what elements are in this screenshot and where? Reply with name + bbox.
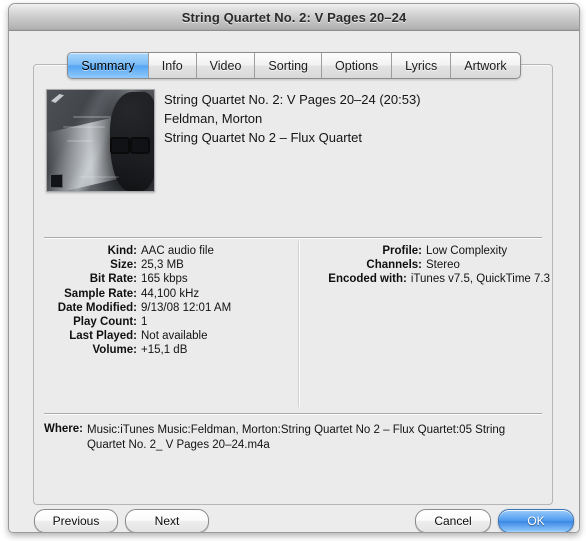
tab-info[interactable]: Info <box>149 53 197 78</box>
track-titles: String Quartet No. 2: V Pages 20–24 (20:… <box>164 89 421 192</box>
track-title: String Quartet No. 2: V Pages 20–24 (20:… <box>164 92 421 107</box>
track-artist: Feldman, Morton <box>164 111 263 126</box>
artwork-text-line <box>73 116 111 118</box>
tab-summary[interactable]: Summary <box>68 53 149 78</box>
detail-value: 25,3 MB <box>141 259 184 272</box>
album-artwork[interactable] <box>46 89 155 192</box>
detail-row: Last Played: Not available <box>34 330 296 344</box>
next-button[interactable]: Next <box>125 509 209 532</box>
file-location-row: Where: Music:iTunes Music:Feldman, Morto… <box>44 423 542 453</box>
detail-label: Encoded with: <box>328 273 407 286</box>
separator-vertical <box>298 241 299 407</box>
detail-value: Stereo <box>426 259 460 272</box>
window-title: String Quartet No. 2: V Pages 20–24 <box>181 9 407 25</box>
detail-label: Channels: <box>366 259 422 272</box>
separator-bottom <box>44 413 542 414</box>
detail-label: Volume: <box>92 344 137 357</box>
detail-value: +15,1 dB <box>141 344 188 357</box>
detail-label: Kind: <box>107 245 137 257</box>
detail-label: Play Count: <box>73 315 137 328</box>
detail-value: Not available <box>141 330 208 343</box>
summary-panel: String Quartet No. 2: V Pages 20–24 (20:… <box>33 64 553 505</box>
detail-row: Channels: Stereo <box>302 259 550 273</box>
detail-label: Last Played: <box>69 330 137 343</box>
detail-row: Bit Rate: 165 kbps <box>34 273 296 287</box>
where-label: Where: <box>44 423 83 435</box>
window-titlebar[interactable]: String Quartet No. 2: V Pages 20–24 <box>9 4 579 31</box>
artwork-text-line <box>67 140 93 142</box>
detail-label: Date Modified: <box>57 301 137 314</box>
details-left-column: Kind: AAC audio file Size: 25,3 MB Bit Rate:… <box>34 245 296 359</box>
detail-row: Size: 25,3 MB <box>34 259 296 273</box>
separator-top <box>44 237 542 238</box>
detail-value: 9/13/08 12:01 AM <box>141 301 232 314</box>
tab-sorting[interactable]: Sorting <box>255 53 323 78</box>
detail-row: Sample Rate: 44,100 kHz <box>34 288 296 302</box>
tab-group: Summary Info Video Sorting Options Lyrics Artw… <box>67 52 521 79</box>
dialog-body: String Quartet No. 2: V Pages 20–24 (20:… <box>9 31 579 532</box>
detail-label: Profile: <box>382 245 422 257</box>
track-info-dialog: String Quartet No. 2: V Pages 20–24 Stri… <box>8 3 580 533</box>
detail-label: Bit Rate: <box>89 273 137 286</box>
artwork-glasses-icon <box>110 137 150 154</box>
detail-row: Encoded with: iTunes v7.5, QuickTime 7.3 <box>302 273 550 287</box>
detail-row: Volume: +15,1 dB <box>34 344 296 358</box>
details-right-column: Profile: Low Complexity Channels: Stereo Enc… <box>302 245 550 288</box>
tab-video[interactable]: Video <box>197 53 256 78</box>
detail-value: iTunes v7.5, QuickTime 7.3 <box>410 273 550 286</box>
artwork-text-line <box>63 126 105 128</box>
detail-row: Play Count: 1 <box>34 316 296 330</box>
tab-bar: Summary Info Video Sorting Options Lyrics Artw… <box>9 52 579 79</box>
track-header: String Quartet No. 2: V Pages 20–24 (20:… <box>46 89 421 192</box>
detail-row: Profile: Low Complexity <box>302 245 550 259</box>
detail-value: Low Complexity <box>426 245 508 257</box>
artwork-corner-badge <box>50 174 63 188</box>
tab-artwork[interactable]: Artwork <box>451 53 519 78</box>
detail-row: Date Modified: 9/13/08 12:01 AM <box>34 302 296 316</box>
detail-row: Kind: AAC audio file <box>34 245 296 259</box>
dialog-button-bar: Previous Next Cancel OK <box>9 509 579 532</box>
detail-value: 1 <box>141 315 148 328</box>
previous-button[interactable]: Previous <box>34 509 118 532</box>
where-path: Music:iTunes Music:Feldman, Morton:Strin… <box>86 424 506 451</box>
cancel-button[interactable]: Cancel <box>415 509 491 532</box>
artwork-text-line <box>79 176 119 178</box>
ok-button[interactable]: OK <box>498 509 574 532</box>
detail-value: AAC audio file <box>141 245 214 257</box>
detail-value: 165 kbps <box>141 273 188 286</box>
track-album: String Quartet No 2 – Flux Quartet <box>164 130 362 145</box>
detail-label: Sample Rate: <box>64 287 137 300</box>
tab-lyrics[interactable]: Lyrics <box>392 53 452 78</box>
detail-label: Size: <box>110 259 137 272</box>
detail-value: 44,100 kHz <box>141 287 200 300</box>
tab-options[interactable]: Options <box>322 53 393 78</box>
